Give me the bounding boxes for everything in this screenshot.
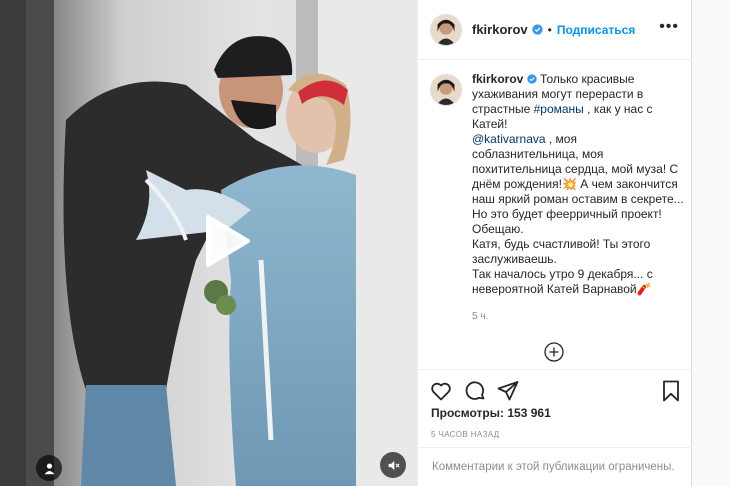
caption-username[interactable]: fkirkorov	[472, 72, 523, 86]
plus-circle-icon[interactable]	[543, 341, 565, 363]
username-link[interactable]: fkirkorov	[472, 22, 528, 37]
post-header: fkirkorov • Подписаться •••	[418, 0, 693, 60]
avatar[interactable]	[430, 13, 462, 46]
user-tag-button[interactable]	[36, 455, 62, 481]
caption-timestamp[interactable]: 5 ч.	[472, 309, 684, 324]
comment-icon[interactable]	[463, 379, 487, 403]
verified-badge-icon	[532, 24, 543, 35]
volume-muted-icon	[388, 460, 400, 470]
backdrop-left	[0, 0, 26, 486]
caption-avatar[interactable]	[430, 74, 462, 106]
separator-dot: •	[547, 22, 552, 37]
mute-button[interactable]	[380, 452, 406, 478]
comments-disabled-notice: Комментарии к этой публикации ограничены…	[418, 447, 693, 486]
backdrop-right	[692, 0, 730, 486]
post-caption: fkirkorov Только красивые ухаживания мог…	[430, 72, 685, 324]
avatar-image	[431, 14, 461, 45]
views-label: Просмотры:	[431, 406, 505, 420]
post-sidebar: fkirkorov • Подписаться ••• fkirkorov То…	[417, 0, 693, 486]
post-media[interactable]	[26, 0, 417, 486]
views-number: 153 961	[507, 406, 551, 420]
play-icon[interactable]	[198, 213, 254, 269]
paper-plane-icon[interactable]	[496, 379, 520, 403]
user-tag-icon	[44, 462, 54, 474]
caption-line-2: , моя соблазнительница, моя похитительни…	[472, 132, 684, 236]
action-bar	[418, 369, 693, 409]
verified-badge-icon	[527, 74, 537, 84]
caption-line-4: Так началось утро 9 декабря... с невероя…	[472, 267, 653, 296]
more-options-button[interactable]: •••	[659, 19, 679, 35]
post-modal: fkirkorov • Подписаться ••• fkirkorov То…	[0, 0, 730, 486]
avatar-image	[431, 75, 461, 105]
views-count[interactable]: Просмотры: 153 961	[431, 406, 551, 420]
mention-link[interactable]: @kativarnava	[472, 132, 546, 146]
caption-text: fkirkorov Только красивые ухаживания мог…	[472, 72, 684, 324]
post-timestamp[interactable]: 5 ЧАСОВ НАЗАД	[431, 430, 500, 439]
heart-icon[interactable]	[429, 379, 453, 403]
hashtag-link[interactable]: #романы	[534, 102, 584, 116]
caption-line-3: Катя, будь счастливой! Ты этого заслужив…	[472, 237, 651, 266]
bookmark-icon[interactable]	[659, 379, 683, 403]
follow-button[interactable]: Подписаться	[557, 23, 635, 37]
